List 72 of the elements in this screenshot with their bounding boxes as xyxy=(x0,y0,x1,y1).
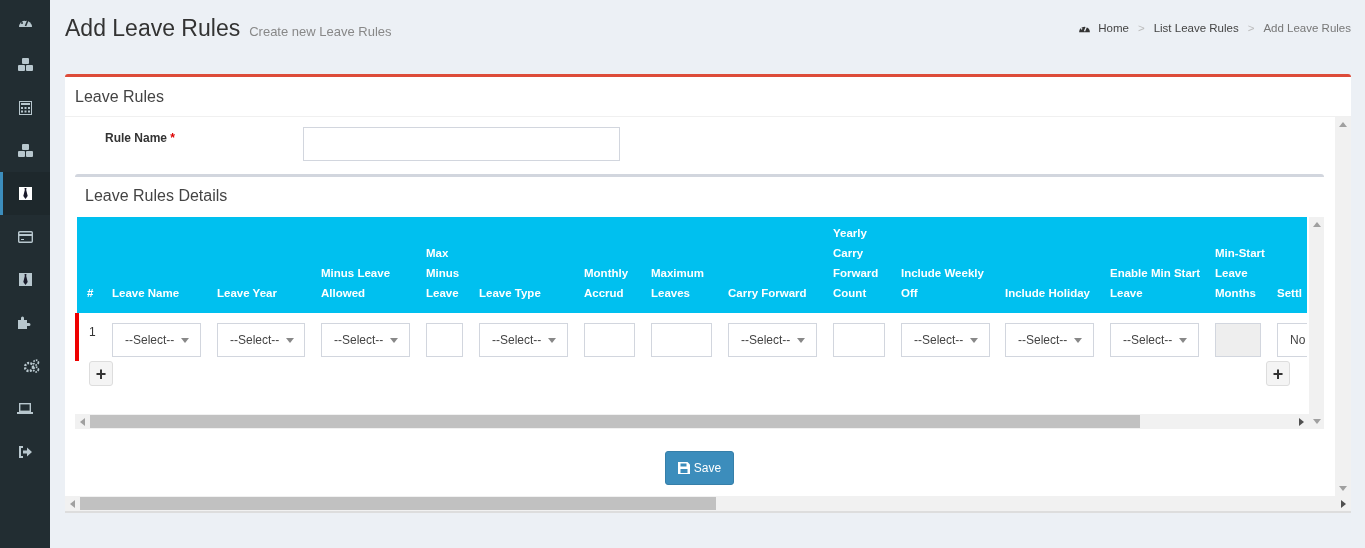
scroll-down-icon[interactable] xyxy=(1312,419,1321,424)
caret-icon xyxy=(390,337,399,343)
caret-icon xyxy=(1074,337,1083,343)
add-row-button[interactable]: + xyxy=(1266,361,1290,386)
input-field[interactable] xyxy=(651,323,712,357)
caret-icon xyxy=(548,337,557,343)
laptop-icon xyxy=(17,403,33,414)
caret-icon xyxy=(181,337,190,343)
scroll-right-icon[interactable] xyxy=(1299,417,1304,426)
select-field[interactable]: --Select-- xyxy=(1005,323,1094,357)
input-field[interactable] xyxy=(584,323,635,357)
scroll-right-icon[interactable] xyxy=(1341,499,1346,508)
column-header: Include Holiday xyxy=(1005,287,1090,299)
column-header: Enable Min Start Leave xyxy=(1110,267,1201,299)
breadcrumb-link[interactable]: List Leave Rules xyxy=(1153,22,1239,34)
breadcrumb-separator: > xyxy=(1247,22,1255,34)
details-title: Leave Rules Details xyxy=(84,186,229,206)
rule-name-label: Rule Name * xyxy=(104,130,177,147)
scroll-down-icon[interactable] xyxy=(1339,486,1347,491)
page-subtitle: Create new Leave Rules xyxy=(249,23,392,39)
select-field[interactable]: --Select-- xyxy=(217,323,305,357)
column-header: Minus Leave Allowed xyxy=(321,267,391,299)
select-field[interactable]: --Select-- xyxy=(321,323,410,357)
horizontal-scrollbar[interactable] xyxy=(65,496,1351,513)
save-button[interactable]: Save xyxy=(665,451,734,485)
credit-card-icon xyxy=(17,230,33,243)
column-header: Yearly Carry Forward Count xyxy=(833,227,879,299)
column-header: Min-Start Leave Months xyxy=(1215,247,1265,299)
caret-icon xyxy=(970,337,979,343)
add-row-button[interactable]: + xyxy=(89,361,113,386)
caret-icon xyxy=(1179,337,1188,343)
column-header: Monthly Accrud xyxy=(584,267,629,299)
scroll-left-icon[interactable] xyxy=(70,499,75,508)
column-header: Carry Forward xyxy=(728,287,807,299)
select-field[interactable]: --Select-- xyxy=(479,323,568,357)
cubes-icon xyxy=(16,143,34,158)
panel-title: Leave Rules xyxy=(65,77,1351,117)
puzzle-icon xyxy=(18,316,32,329)
horizontal-scrollbar[interactable] xyxy=(75,414,1309,429)
column-header: Leave Name xyxy=(112,287,180,299)
select-field[interactable]: --Select-- xyxy=(728,323,817,357)
select-field[interactable]: --Select-- xyxy=(112,323,201,357)
column-header: Max Minus Leave xyxy=(426,247,460,299)
caret-icon xyxy=(797,337,806,343)
tie-icon xyxy=(18,187,32,200)
rule-name-field[interactable] xyxy=(303,127,620,161)
page-title: Add Leave Rules xyxy=(65,14,241,42)
scroll-left-icon[interactable] xyxy=(80,417,85,426)
vertical-scrollbar[interactable] xyxy=(1335,117,1351,496)
column-header: # xyxy=(87,287,94,299)
calculator-icon xyxy=(18,100,32,115)
column-header: Leave Year xyxy=(217,287,277,299)
select-field[interactable]: --Select-- xyxy=(901,323,990,357)
caret-icon xyxy=(286,337,295,343)
sidebar-item[interactable] xyxy=(0,172,50,215)
column-header: Include Weekly Off xyxy=(901,267,984,299)
scroll-up-icon[interactable] xyxy=(1312,222,1321,227)
tie-icon xyxy=(18,273,32,286)
scroll-up-icon[interactable] xyxy=(1339,122,1347,127)
select-field[interactable]: --Select-- xyxy=(1110,323,1199,357)
breadcrumb-separator: > xyxy=(1137,22,1145,34)
sign-out-icon xyxy=(18,445,32,458)
breadcrumb-link[interactable]: Home xyxy=(1098,22,1129,34)
column-header: Settl xyxy=(1277,287,1302,299)
input-field[interactable] xyxy=(833,323,885,357)
input-field[interactable] xyxy=(426,323,463,357)
vertical-scrollbar[interactable] xyxy=(1309,217,1324,429)
column-header: Maximum Leaves xyxy=(651,267,705,299)
input-field xyxy=(1215,323,1261,357)
cubes-icon xyxy=(16,57,34,72)
breadcrumb-link[interactable]: Add Leave Rules xyxy=(1263,22,1351,34)
column-header: Leave Type xyxy=(479,287,541,299)
